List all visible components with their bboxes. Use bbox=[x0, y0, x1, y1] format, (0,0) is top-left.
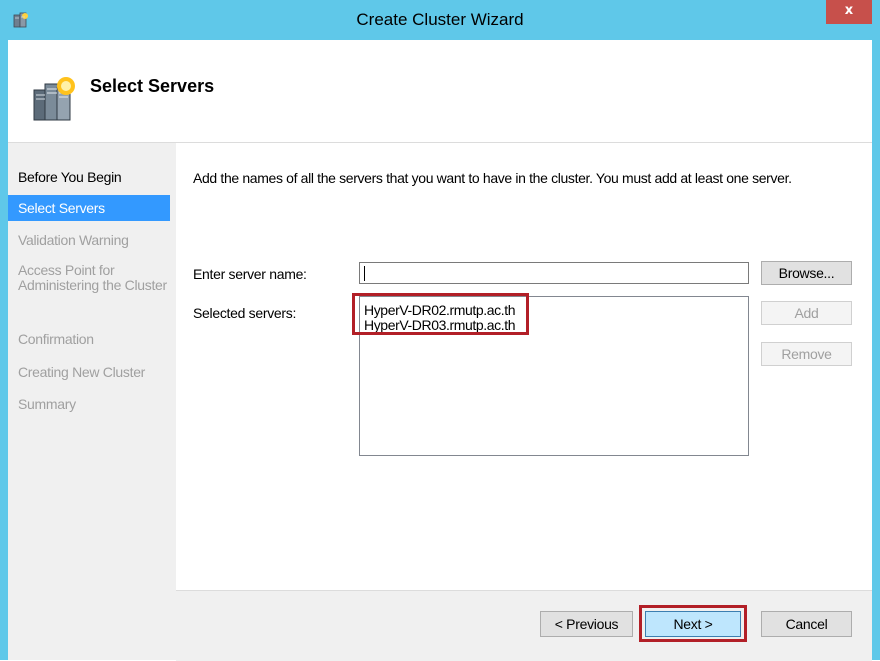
add-button[interactable]: Add bbox=[761, 301, 852, 325]
next-highlight-box bbox=[639, 605, 747, 642]
window-title: Create Cluster Wizard bbox=[356, 10, 524, 29]
servers-highlight-box bbox=[352, 293, 529, 335]
nav-step-summary: Summary bbox=[18, 396, 76, 412]
nav-step-access-point: Access Point for Administering the Clust… bbox=[18, 262, 167, 293]
nav-step-validation-warning: Validation Warning bbox=[18, 232, 129, 248]
instructions-text: Add the names of all the servers that yo… bbox=[193, 170, 792, 186]
remove-button[interactable]: Remove bbox=[761, 342, 852, 366]
wizard-header: Select Servers bbox=[8, 40, 872, 143]
close-button[interactable]: x bbox=[826, 0, 872, 24]
nav-step-before-you-begin[interactable]: Before You Begin bbox=[8, 170, 170, 185]
text-caret bbox=[364, 266, 365, 281]
nav-step-confirmation: Confirmation bbox=[18, 331, 94, 347]
browse-button[interactable]: Browse... bbox=[761, 261, 852, 285]
wizard-window: Create Cluster Wizard x Select Servers B… bbox=[0, 0, 880, 661]
selected-servers-label: Selected servers: bbox=[193, 305, 297, 321]
previous-button[interactable]: < Previous bbox=[540, 611, 633, 637]
cancel-button[interactable]: Cancel bbox=[761, 611, 852, 637]
nav-step-creating-new-cluster: Creating New Cluster bbox=[18, 364, 146, 380]
wizard-footer: < Previous Next > Cancel bbox=[176, 590, 872, 661]
select-servers-panel: Add the names of all the servers that yo… bbox=[176, 143, 872, 590]
nav-step-select-servers[interactable]: Select Servers bbox=[8, 195, 170, 221]
cluster-servers-icon bbox=[28, 72, 84, 126]
wizard-body: Select Servers Before You Begin Select S… bbox=[8, 40, 872, 661]
server-name-input[interactable] bbox=[359, 262, 749, 284]
page-title: Select Servers bbox=[90, 76, 215, 96]
title-bar[interactable]: Create Cluster Wizard x bbox=[0, 0, 880, 40]
server-name-label: Enter server name: bbox=[193, 266, 307, 282]
wizard-steps-nav: Before You Begin Select Servers Validati… bbox=[8, 143, 176, 660]
